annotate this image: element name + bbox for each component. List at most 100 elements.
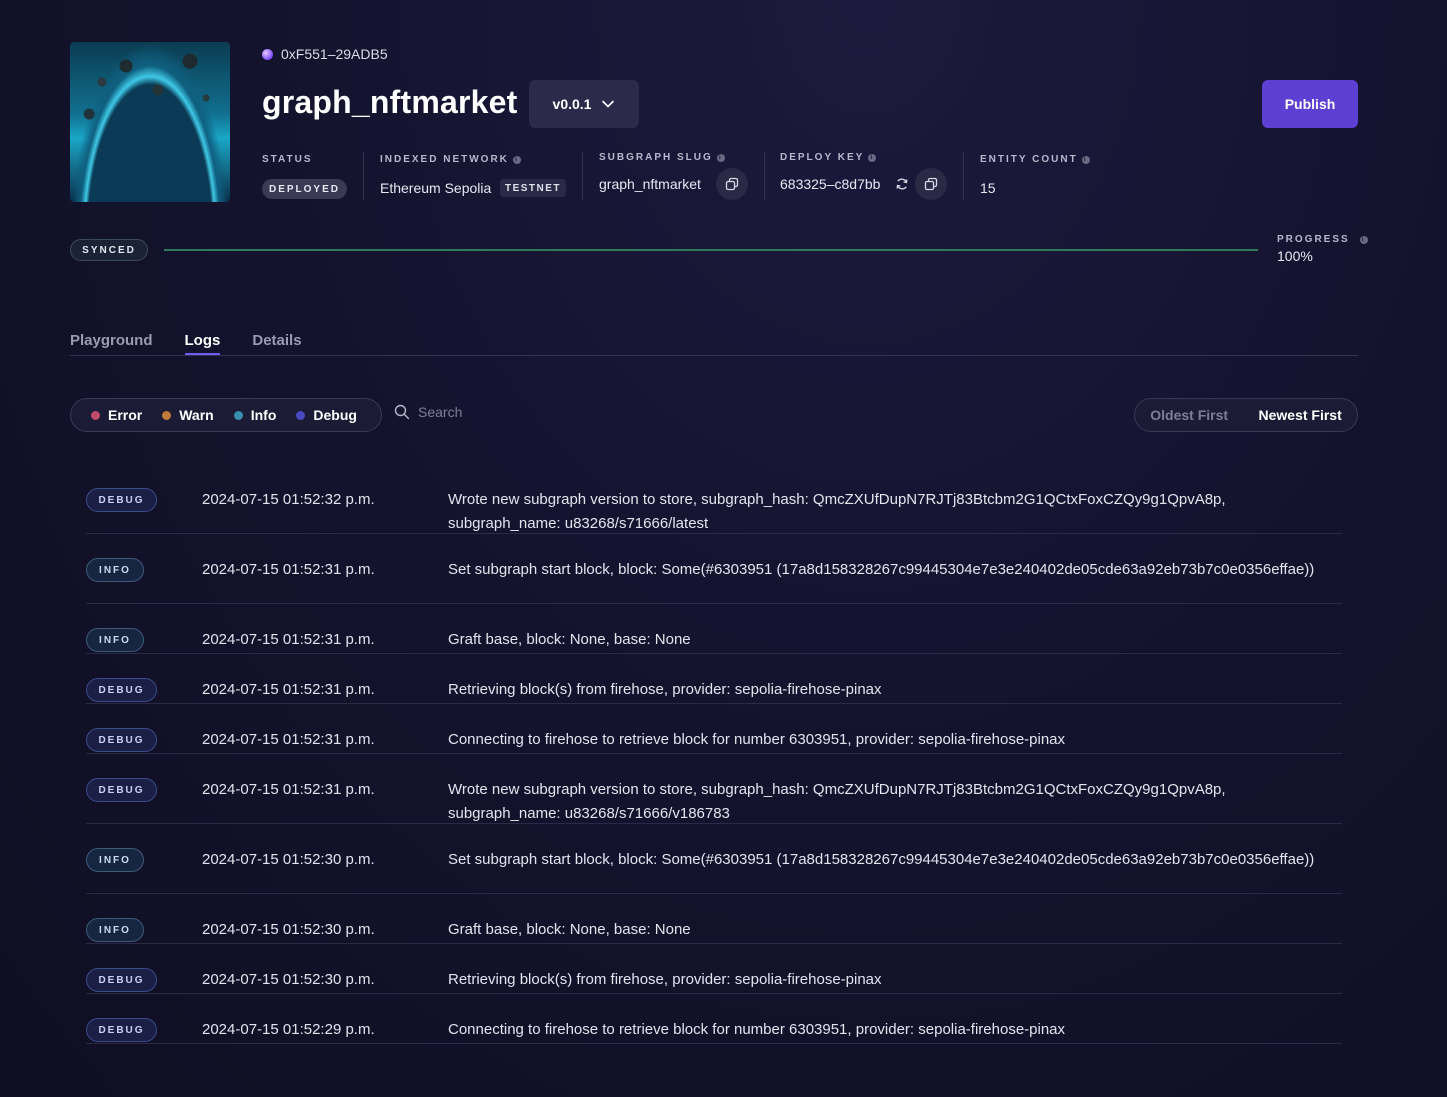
- slug-label: SUBGRAPH SLUG i: [599, 152, 725, 163]
- log-timestamp: 2024-07-15 01:52:31 p.m.: [202, 561, 375, 578]
- log-level-badge: DEBUG: [86, 778, 157, 802]
- filter-debug[interactable]: Debug: [296, 407, 357, 423]
- copy-slug-button[interactable]: [716, 168, 748, 200]
- tab-playground[interactable]: Playground: [70, 332, 153, 355]
- tab-bar: Playground Logs Details: [70, 332, 302, 355]
- copy-icon: [924, 177, 938, 191]
- log-timestamp: 2024-07-15 01:52:30 p.m.: [202, 971, 375, 988]
- meta-divider: [363, 152, 364, 200]
- log-message: Graft base, block: None, base: None: [448, 631, 691, 648]
- refresh-icon[interactable]: [895, 177, 909, 191]
- network-value: Ethereum Sepolia: [380, 180, 492, 196]
- owner-address-text: 0xF551–29ADB5: [281, 46, 388, 62]
- log-message: Connecting to firehose to retrieve block…: [448, 731, 1066, 748]
- testnet-badge: TESTNET: [500, 179, 566, 197]
- sort-oldest-first[interactable]: Oldest First: [1150, 407, 1228, 423]
- meta-divider: [582, 152, 583, 200]
- debug-dot-icon: [296, 410, 306, 420]
- log-row: DEBUG 2024-07-15 01:52:29 p.m. Connectin…: [86, 1018, 1342, 1044]
- log-row: INFO 2024-07-15 01:52:30 p.m. Graft base…: [86, 918, 1342, 944]
- filter-info-label: Info: [250, 407, 277, 423]
- subgraph-thumbnail: [70, 42, 230, 202]
- progress-label-text: PROGRESS: [1277, 234, 1350, 245]
- log-level-badge: INFO: [86, 558, 144, 582]
- search-input[interactable]: Search: [394, 404, 462, 420]
- progress-value: 100%: [1277, 248, 1313, 264]
- log-level-badge: INFO: [86, 918, 144, 942]
- log-message: Retrieving block(s) from firehose, provi…: [448, 681, 882, 698]
- info-icon[interactable]: i: [868, 153, 877, 162]
- search-placeholder: Search: [418, 404, 463, 420]
- log-row: INFO 2024-07-15 01:52:31 p.m. Set subgra…: [86, 558, 1342, 604]
- meta-divider: [764, 152, 765, 200]
- version-label: v0.0.1: [552, 96, 592, 112]
- log-timestamp: 2024-07-15 01:52:31 p.m.: [202, 781, 375, 798]
- log-message: Retrieving block(s) from firehose, provi…: [448, 971, 882, 988]
- slug-label-text: SUBGRAPH SLUG: [599, 152, 713, 163]
- tab-logs[interactable]: Logs: [184, 332, 221, 355]
- page-title: graph_nftmarket: [262, 84, 518, 120]
- progress-label: PROGRESS i: [1277, 234, 1368, 245]
- filter-error-label: Error: [108, 407, 143, 423]
- deploy-key-label: DEPLOY KEY i: [780, 152, 877, 163]
- log-timestamp: 2024-07-15 01:52:30 p.m.: [202, 921, 375, 938]
- log-row: DEBUG 2024-07-15 01:52:31 p.m. Retrievin…: [86, 678, 1342, 704]
- publish-button[interactable]: Publish: [1262, 80, 1358, 128]
- slug-value: graph_nftmarket: [599, 176, 701, 192]
- log-level-badge: DEBUG: [86, 488, 157, 512]
- filter-info[interactable]: Info: [233, 407, 277, 423]
- entity-count-label: ENTITY COUNT i: [980, 154, 1090, 165]
- sync-progress-bar: [164, 249, 1258, 251]
- log-row: DEBUG 2024-07-15 01:52:30 p.m. Retrievin…: [86, 968, 1342, 994]
- deploy-key-label-text: DEPLOY KEY: [780, 152, 865, 163]
- log-row: DEBUG 2024-07-15 01:52:31 p.m. Connectin…: [86, 728, 1342, 754]
- log-timestamp: 2024-07-15 01:52:30 p.m.: [202, 851, 375, 868]
- avatar-icon: [262, 48, 273, 60]
- info-icon[interactable]: i: [512, 155, 521, 164]
- sort-toggle: Oldest First Newest First: [1134, 398, 1358, 432]
- log-message: Set subgraph start block, block: Some(#6…: [448, 561, 1315, 578]
- log-timestamp: 2024-07-15 01:52:29 p.m.: [202, 1021, 375, 1038]
- deploy-key-value: 683325–c8d7bb: [780, 176, 881, 192]
- filter-error[interactable]: Error: [91, 407, 142, 423]
- filter-warn[interactable]: Warn: [162, 407, 214, 423]
- warn-dot-icon: [162, 410, 172, 420]
- status-label: STATUS: [262, 154, 313, 165]
- version-dropdown[interactable]: v0.0.1: [529, 80, 639, 128]
- sort-newest-first[interactable]: Newest First: [1259, 407, 1342, 423]
- info-dot-icon: [233, 410, 243, 420]
- log-message: Wrote new subgraph version to store, sub…: [448, 491, 1226, 532]
- search-icon: [394, 404, 410, 420]
- tabs-divider: [70, 355, 1358, 356]
- log-message: Graft base, block: None, base: None: [448, 921, 691, 938]
- info-icon[interactable]: i: [1359, 235, 1368, 244]
- status-label-text: STATUS: [262, 154, 313, 165]
- log-level-badge: DEBUG: [86, 1018, 157, 1042]
- log-level-badge: DEBUG: [86, 678, 157, 702]
- network-label-text: INDEXED NETWORK: [380, 154, 509, 165]
- tab-details[interactable]: Details: [252, 332, 301, 355]
- log-message: Connecting to firehose to retrieve block…: [448, 1021, 1066, 1038]
- filter-warn-label: Warn: [179, 407, 214, 423]
- meta-divider: [963, 152, 964, 200]
- log-level-filters: Error Warn Info Debug: [70, 398, 382, 432]
- owner-address[interactable]: 0xF551–29ADB5: [262, 46, 388, 62]
- sync-status-badge: SYNCED: [70, 239, 148, 261]
- entity-count-value: 15: [980, 180, 996, 196]
- entity-count-label-text: ENTITY COUNT: [980, 154, 1078, 165]
- copy-deploy-key-button[interactable]: [915, 168, 947, 200]
- chevron-down-icon: [602, 100, 615, 108]
- log-message: Wrote new subgraph version to store, sub…: [448, 781, 1226, 822]
- log-row: INFO 2024-07-15 01:52:31 p.m. Graft base…: [86, 628, 1342, 654]
- info-icon[interactable]: i: [1081, 155, 1090, 164]
- network-label: INDEXED NETWORK i: [380, 154, 521, 165]
- log-row: INFO 2024-07-15 01:52:30 p.m. Set subgra…: [86, 848, 1342, 894]
- log-row: DEBUG 2024-07-15 01:52:31 p.m. Wrote new…: [86, 778, 1342, 824]
- log-timestamp: 2024-07-15 01:52:31 p.m.: [202, 731, 375, 748]
- log-message: Set subgraph start block, block: Some(#6…: [448, 851, 1315, 868]
- info-icon[interactable]: i: [716, 153, 725, 162]
- log-level-badge: INFO: [86, 628, 144, 652]
- status-badge: DEPLOYED: [262, 179, 347, 199]
- log-timestamp: 2024-07-15 01:52:31 p.m.: [202, 681, 375, 698]
- log-timestamp: 2024-07-15 01:52:31 p.m.: [202, 631, 375, 648]
